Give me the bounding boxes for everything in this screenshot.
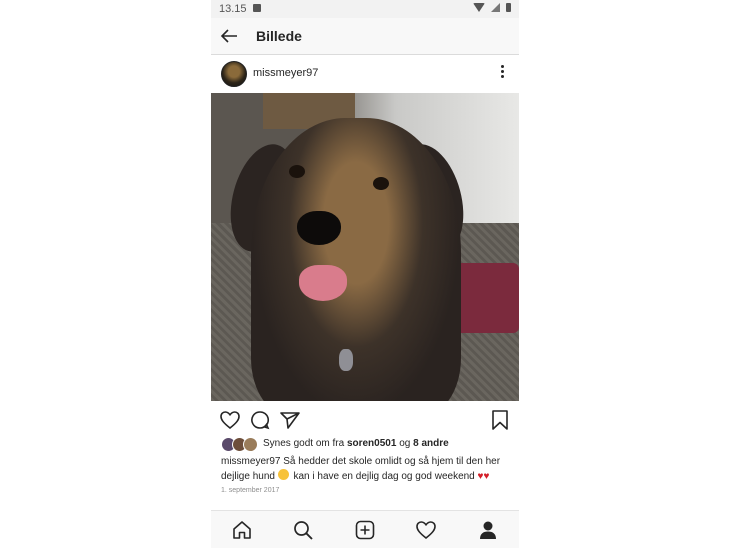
likes-user[interactable]: soren0501: [347, 438, 396, 449]
likes-middle: og: [396, 438, 414, 449]
search-icon[interactable]: [292, 519, 314, 541]
caption-text-2: kan i have en dejlig dag og god weekend: [290, 471, 478, 482]
post-date: 1. september 2017: [221, 487, 280, 494]
dog-body: [251, 118, 461, 401]
status-time: 13.15: [219, 3, 247, 15]
likes-line: Synes godt om fra soren0501 og 8 andre: [221, 437, 511, 453]
likes-others[interactable]: 8 andre: [413, 438, 449, 449]
heart-emoji-icon: ♥♥: [477, 471, 490, 482]
battery-icon: [506, 3, 511, 12]
arrow-left-icon[interactable]: [219, 26, 239, 46]
add-post-icon[interactable]: [354, 519, 376, 541]
send-icon[interactable]: [279, 409, 301, 431]
post-photo[interactable]: [211, 93, 519, 401]
dog-nose: [297, 211, 341, 245]
wifi-icon: [473, 3, 485, 12]
post-caption: missmeyer97 Så hedder det skole omlidt o…: [221, 455, 513, 484]
bookmark-icon[interactable]: [489, 409, 511, 431]
likes-prefix: Synes godt om fra: [263, 438, 347, 449]
kiss-emoji-icon: [277, 469, 289, 480]
post-header: missmeyer97: [211, 55, 519, 93]
liker-avatars: [221, 437, 259, 452]
dog-eye-right: [373, 177, 389, 190]
top-bar: Billede: [211, 18, 519, 55]
signal-icon: [491, 3, 500, 12]
heart-icon[interactable]: [219, 409, 241, 431]
dog-collar-tag: [339, 349, 353, 371]
dog-tongue: [299, 265, 347, 301]
image-icon: [253, 4, 261, 12]
avatar[interactable]: [221, 61, 247, 87]
status-bar: 13.15: [211, 0, 519, 18]
caption-username[interactable]: missmeyer97: [221, 456, 280, 467]
comment-icon[interactable]: [249, 409, 271, 431]
post-actions: [211, 405, 519, 433]
status-icons: [473, 3, 511, 12]
more-vertical-icon[interactable]: [499, 65, 505, 81]
post-username[interactable]: missmeyer97: [253, 67, 318, 79]
dog-eye-left: [289, 165, 305, 178]
activity-heart-icon[interactable]: [415, 519, 437, 541]
profile-icon[interactable]: [477, 519, 499, 541]
liker-avatar: [243, 437, 258, 452]
phone-screen: 13.15 Billede missmeyer97 Synes godt om …: [211, 0, 519, 548]
likes-text[interactable]: Synes godt om fra soren0501 og 8 andre: [263, 438, 449, 449]
bottom-nav: [211, 510, 519, 548]
home-icon[interactable]: [231, 519, 253, 541]
page-title: Billede: [256, 28, 302, 44]
